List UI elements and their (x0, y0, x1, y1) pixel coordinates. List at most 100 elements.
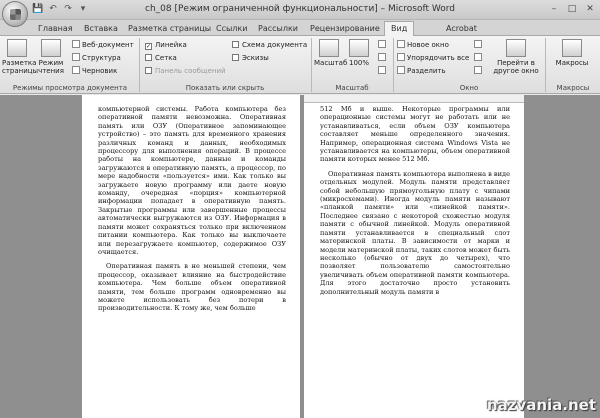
sync-scroll-icon (474, 53, 482, 61)
undo-icon[interactable]: ↶ (47, 3, 59, 15)
page-width-button[interactable] (378, 66, 388, 76)
tab-acrobat[interactable]: Acrobat (446, 22, 477, 36)
checkbox-box (145, 54, 152, 61)
reset-position-icon (474, 66, 482, 74)
macros-button[interactable]: Макросы (552, 39, 592, 67)
redo-icon[interactable]: ↷ (62, 3, 74, 15)
two-pages-button[interactable] (378, 53, 388, 63)
side-by-side-button[interactable] (474, 40, 484, 50)
page-layout-icon (7, 39, 27, 57)
tab-home[interactable]: Главная (38, 22, 73, 36)
thumbnails-label: Эскизы (242, 54, 269, 62)
tab-insert[interactable]: Вставка (84, 22, 118, 36)
tab-review[interactable]: Рецензирование (310, 22, 380, 36)
ruler-checkbox[interactable]: ✓ Линейка (145, 40, 187, 50)
check-icon: ✓ (145, 43, 152, 50)
macros-group-label: Макросы (556, 84, 590, 92)
web-icon (72, 40, 80, 48)
macros-label: Макросы (555, 59, 589, 67)
arrange-all-button[interactable]: Упорядочить все (397, 53, 469, 63)
views-group-label: Режимы просмотра документа (12, 84, 128, 92)
macros-icon (562, 39, 582, 57)
close-button[interactable]: ✕ (582, 2, 598, 16)
paragraph: компьютерной системы. Работа компьютера … (98, 105, 286, 256)
split-icon (397, 66, 405, 74)
paragraph: 512 Мб и выше. Некоторые программы или о… (320, 105, 510, 164)
one-page-button[interactable] (378, 40, 388, 50)
checkbox-box (232, 54, 239, 61)
grid-checkbox[interactable]: Сетка (145, 53, 177, 63)
page-layout-view-button[interactable]: Разметка страницы (2, 39, 38, 75)
document-area: компьютерной системы. Работа компьютера … (0, 95, 600, 418)
watermark: nazvania.net (486, 396, 596, 414)
messages-checkbox: Панель сообщений (145, 66, 226, 76)
one-page-icon (378, 40, 386, 48)
zoom-100-icon (349, 39, 369, 57)
structure-label: Структура (82, 54, 121, 62)
office-button[interactable] (2, 1, 28, 27)
split-label: Разделить (407, 67, 446, 75)
window-title: ch_08 [Режим ограниченной функциональнос… (145, 4, 455, 14)
reading-icon (41, 39, 61, 57)
new-window-button[interactable]: Новое окно (397, 40, 449, 50)
new-window-label: Новое окно (407, 41, 449, 49)
doc-map-label: Схема документа (242, 41, 308, 49)
ruler-label: Линейка (155, 41, 187, 49)
switch-window-button[interactable]: Перейти в другое окно (490, 39, 542, 75)
document-page-left[interactable]: компьютерной системы. Работа компьютера … (82, 95, 300, 418)
ribbon: Разметка страницы Режим чтения Веб-докум… (0, 36, 600, 94)
customize-qat-icon[interactable]: ▾ (77, 3, 89, 15)
title-bar: 💾 ↶ ↷ ▾ ch_08 [Режим ограниченной функци… (0, 0, 600, 27)
reading-label: Режим чтения (38, 59, 64, 75)
zoom-label: Масштаб (314, 59, 348, 67)
ribbon-tabs: Главная Вставка Разметка страницы Ссылки… (0, 20, 600, 37)
zoom-group-label: Масштаб (335, 84, 369, 92)
checkbox-box (232, 41, 239, 48)
maximize-button[interactable]: □ (564, 2, 580, 16)
magnifier-icon (319, 39, 339, 57)
messages-label: Панель сообщений (155, 67, 226, 75)
reset-position-button[interactable] (474, 66, 484, 76)
draft-label: Черновик (82, 67, 118, 75)
page-layout-label: Разметка страницы (2, 59, 39, 75)
quick-access-toolbar: 💾 ↶ ↷ ▾ (32, 3, 89, 15)
switch-window-icon (506, 39, 526, 57)
tab-view[interactable]: Вид (384, 21, 415, 37)
thumbnails-checkbox[interactable]: Эскизы (232, 53, 269, 63)
paragraph: Оперативная память компьютера выполнена … (320, 169, 510, 296)
web-view-button[interactable]: Веб-документ (72, 40, 134, 50)
arrange-icon (397, 53, 405, 61)
two-pages-icon (378, 53, 386, 61)
document-page-right[interactable]: 512 Мб и выше. Некоторые программы или о… (304, 95, 524, 418)
switch-window-label: Перейти в другое окно (493, 59, 539, 75)
ruler (304, 95, 524, 103)
window-group-label: Окно (459, 84, 479, 92)
web-label: Веб-документ (82, 41, 134, 49)
save-icon[interactable]: 💾 (32, 3, 44, 15)
tab-page-layout[interactable]: Разметка страницы (128, 22, 211, 36)
side-by-side-icon (474, 40, 482, 48)
page-width-icon (378, 66, 386, 74)
paragraph: Оперативная память в не меньшей степени,… (98, 262, 286, 313)
split-button[interactable]: Разделить (397, 66, 446, 76)
minimize-button[interactable]: – (546, 2, 562, 16)
office-logo-icon (10, 9, 21, 20)
page-text: компьютерной системы. Работа компьютера … (98, 105, 286, 319)
doc-map-checkbox[interactable]: Схема документа (232, 40, 307, 50)
page-text: 512 Мб и выше. Некоторые программы или о… (320, 105, 510, 302)
grid-label: Сетка (155, 54, 177, 62)
structure-view-button[interactable]: Структура (72, 53, 121, 63)
new-window-icon (397, 40, 405, 48)
draft-view-button[interactable]: Черновик (72, 66, 117, 76)
tab-mailings[interactable]: Рассылки (258, 22, 298, 36)
zoom-100-button[interactable]: 100% (344, 39, 374, 67)
reading-view-button[interactable]: Режим чтения (36, 39, 66, 75)
tab-references[interactable]: Ссылки (216, 22, 247, 36)
draft-icon (72, 66, 80, 74)
zoom-button[interactable]: Масштаб (314, 39, 348, 67)
checkbox-box (145, 67, 152, 74)
window-controls: – □ ✕ (546, 2, 598, 16)
zoom-100-label: 100% (348, 59, 369, 67)
sync-scroll-button[interactable] (474, 53, 484, 63)
arrange-label: Упорядочить все (407, 54, 470, 62)
